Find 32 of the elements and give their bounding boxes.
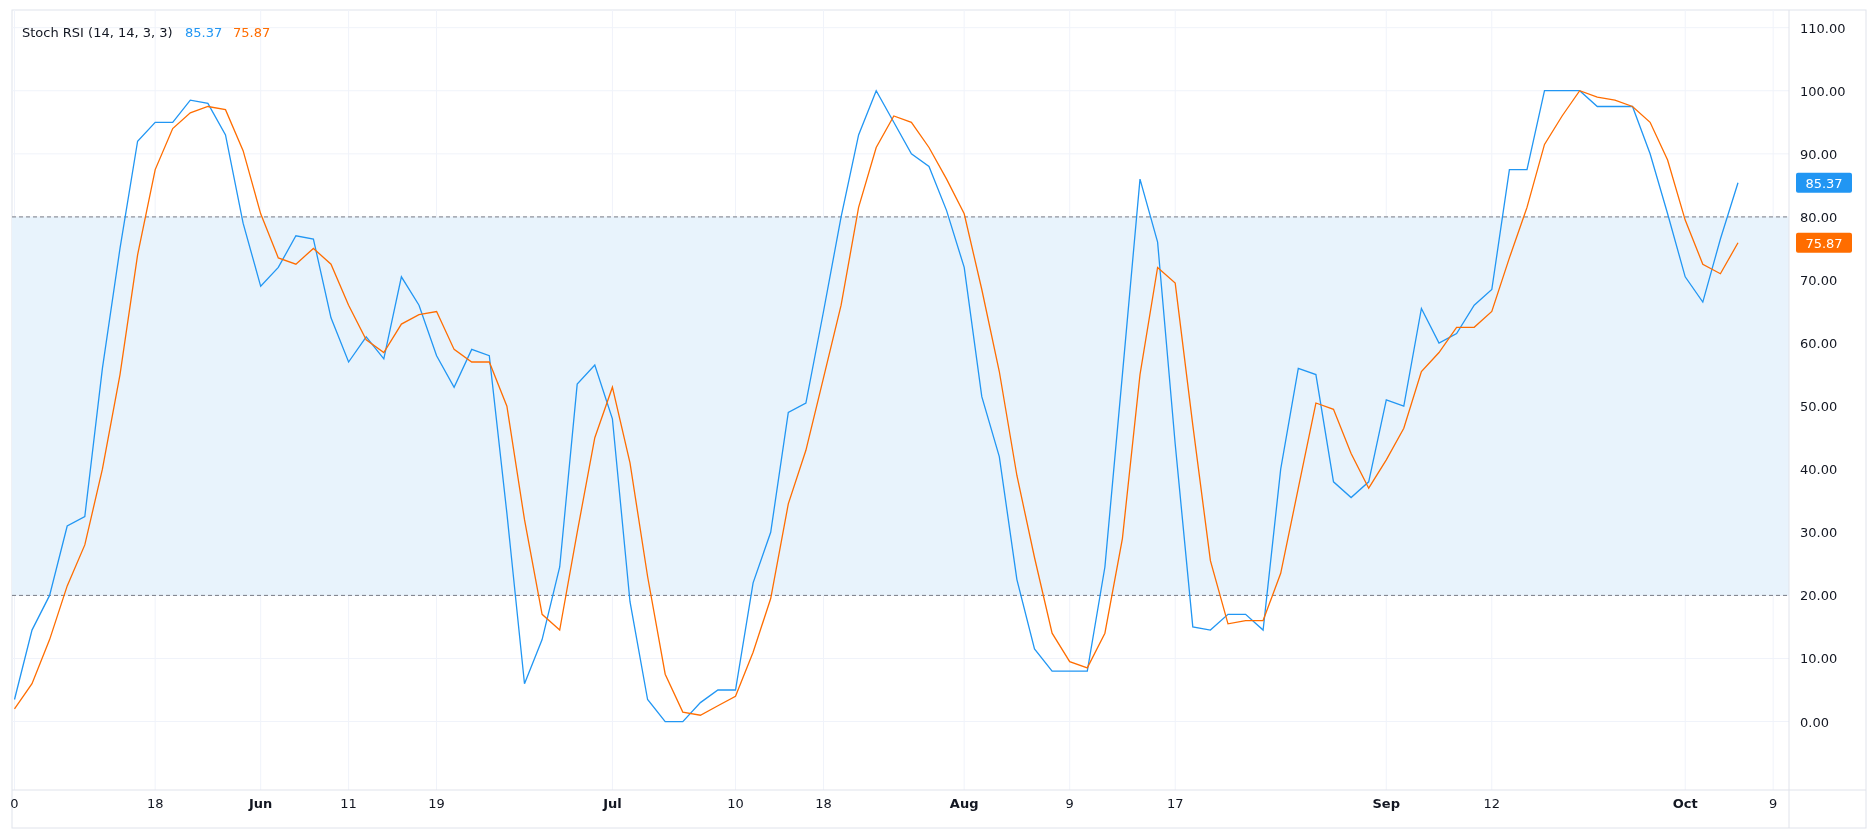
axis-label: 60.00: [1800, 336, 1838, 352]
axis-label: 80.00: [1800, 209, 1838, 225]
axis-label: 90.00: [1800, 146, 1838, 162]
axis-label: 19: [428, 796, 445, 811]
axis-label: Oct: [1672, 796, 1698, 811]
axis-label: 10: [727, 796, 744, 811]
axis-label: 30.00: [1800, 525, 1838, 541]
axis-label: 70.00: [1800, 273, 1838, 288]
axis-label: 100.00: [1800, 83, 1846, 99]
axis-label: 9: [1065, 796, 1074, 811]
axis-label: Jun: [249, 796, 273, 811]
legend-value: 85.37: [185, 25, 223, 40]
value-badge: 75.87: [1796, 232, 1852, 253]
axis-label: 17: [1166, 796, 1184, 811]
axis-label: Aug: [949, 796, 979, 811]
axis-label: 18: [815, 796, 832, 811]
legend-value: 75.87: [233, 25, 271, 40]
axis-label: 10.00: [1800, 651, 1838, 667]
axis-label: 0.00: [1800, 714, 1829, 730]
axis-label: 12: [1483, 796, 1501, 811]
axis-label: 18: [146, 796, 164, 811]
value-badge: 85.37: [1796, 172, 1852, 193]
axis-label: 20.00: [1800, 588, 1838, 604]
axis-label: 110.00: [1800, 20, 1846, 36]
axis-label: 11: [340, 796, 357, 811]
axis-label: Sep: [1372, 796, 1400, 811]
axis-label: 50.00: [1800, 399, 1838, 415]
indicator-title: Stoch RSI (14, 14, 3, 3): [22, 25, 173, 40]
axis-label: 9: [1769, 796, 1778, 811]
axis-label: 40.00: [1800, 462, 1838, 478]
axis-label: 0: [10, 796, 19, 811]
axis-label: Jul: [603, 796, 622, 811]
